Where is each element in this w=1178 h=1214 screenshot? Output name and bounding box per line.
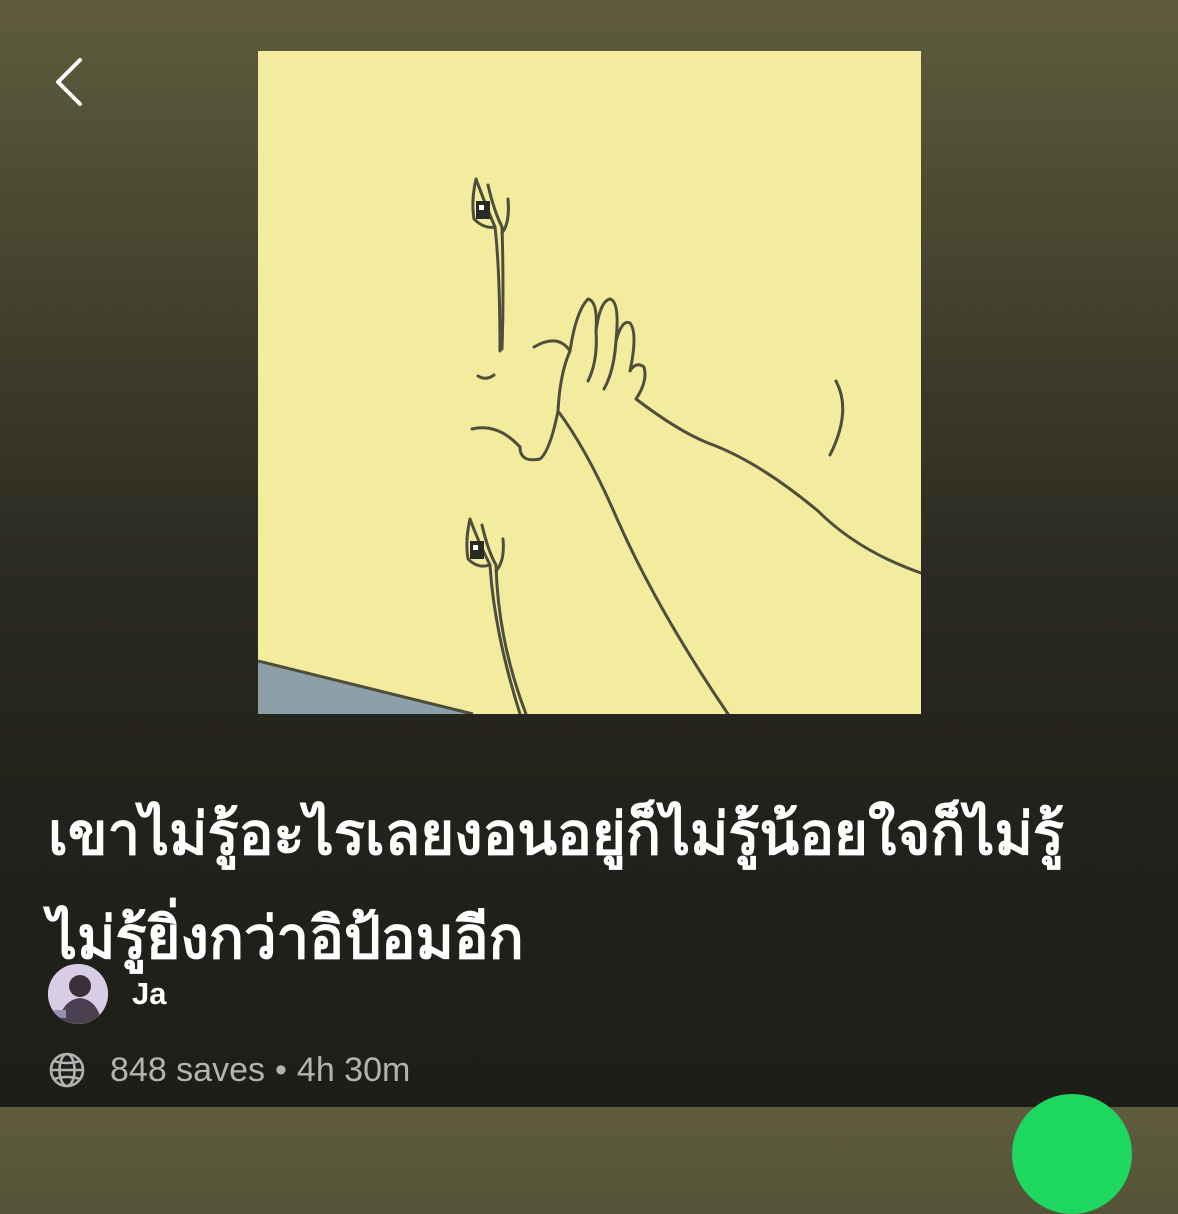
- globe-icon: [48, 1051, 86, 1089]
- playlist-cover-art: [258, 51, 921, 714]
- play-button[interactable]: [1012, 1094, 1132, 1214]
- owner-name[interactable]: Ja: [132, 976, 166, 1012]
- owner-avatar[interactable]: [48, 964, 108, 1024]
- playlist-owner[interactable]: Ja: [48, 964, 166, 1024]
- playlist-duration: 4h 30m: [296, 1050, 411, 1089]
- back-button[interactable]: [44, 52, 96, 112]
- saves-count: 848 saves: [110, 1050, 265, 1089]
- meta-separator: •: [275, 1050, 287, 1089]
- playlist-title: เขาไม่รู้อะไรเลยงอนอยู่ก็ไม่รู้น้อยใจก็ไ…: [48, 800, 1064, 972]
- playlist-meta: 848 saves • 4h 30m: [48, 1048, 410, 1092]
- chevron-left-icon: [56, 58, 82, 106]
